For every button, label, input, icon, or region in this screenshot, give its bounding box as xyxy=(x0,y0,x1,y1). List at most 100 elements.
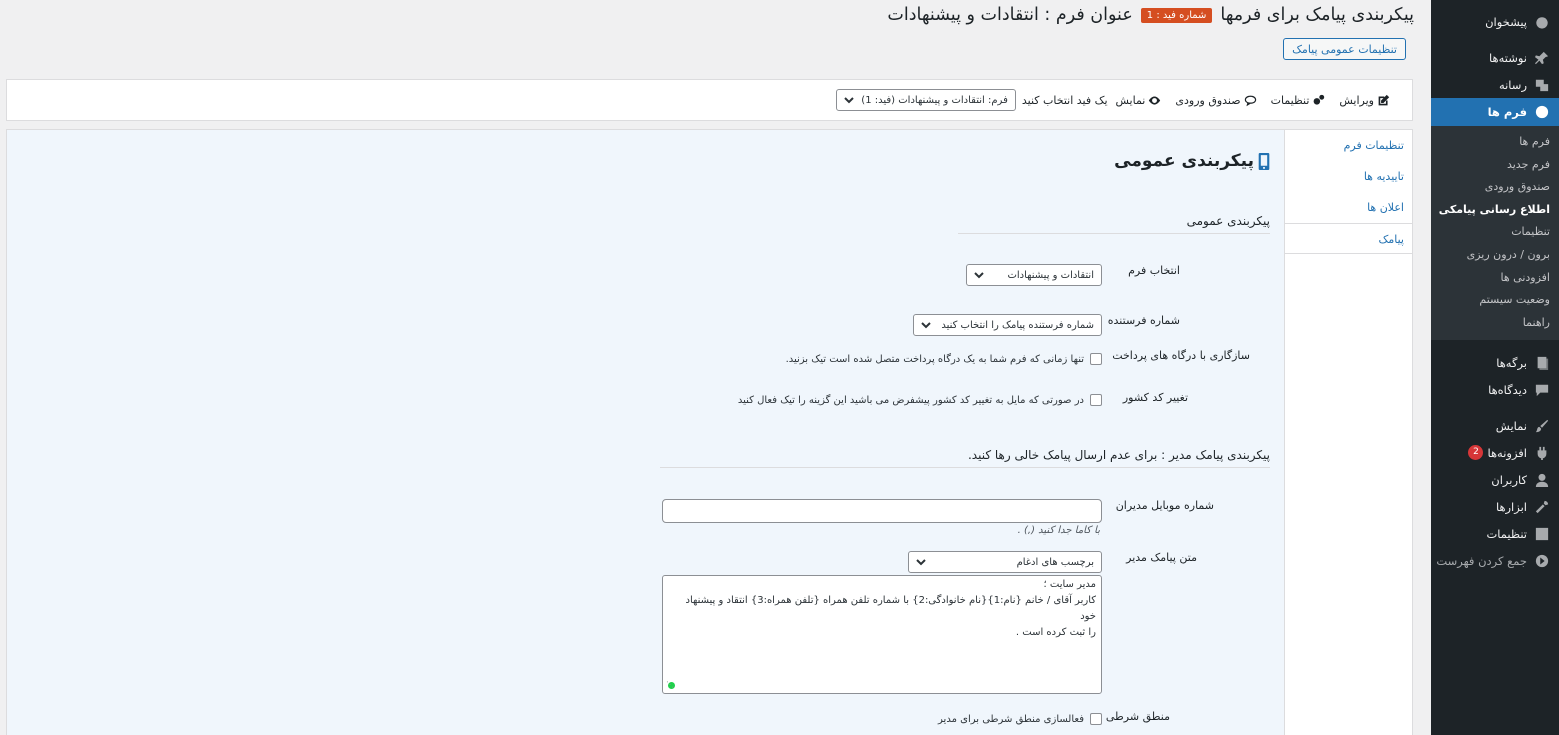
media-icon xyxy=(1533,76,1550,93)
sidebar-item-label: پیشخوان xyxy=(1485,14,1527,29)
feed-select-value: فرم: انتقادات و پیشنهادات (فید: 1) xyxy=(861,94,1008,106)
content-title-text: پیکربندی عمومی xyxy=(1114,151,1254,171)
tab-confirmations[interactable]: تاییدیه ها xyxy=(1285,161,1412,192)
admin-message-textarea[interactable]: مدیر سایت ؛ کاربر آقای / خانم {نام:1}{نا… xyxy=(662,575,1102,694)
sidebar-item-label: نمایش xyxy=(1495,418,1527,433)
settings-nav: تنظیمات فرم تاییدیه ها اعلان ها پیامک xyxy=(1284,130,1412,735)
admin-message-label: متن پیامک مدیر xyxy=(1126,551,1197,564)
collapse-icon xyxy=(1533,552,1550,569)
sidebar-item-label: رسانه xyxy=(1498,77,1527,92)
general-sms-settings-button[interactable]: تنظیمات عمومی پیامک xyxy=(1283,38,1406,60)
sidebar-item-label: افزونه‌ها xyxy=(1487,445,1527,460)
admin-section-heading: پیکربندی پیامک مدیر : برای عدم ارسال پیا… xyxy=(967,448,1270,462)
main-panel: تنظیمات فرم تاییدیه ها اعلان ها پیامک پی… xyxy=(6,129,1413,735)
sidebar-item-label: جمع کردن فهرست xyxy=(1436,553,1527,568)
conditional-logic-text: فعالسازی منطق شرطی برای مدیر xyxy=(938,713,1084,725)
sidebar-item-users[interactable]: کاربران xyxy=(1431,466,1559,493)
resize-handle-icon[interactable]: ⋰ xyxy=(666,677,674,693)
eye-icon xyxy=(1149,95,1161,105)
users-icon xyxy=(1533,471,1550,488)
tab-form-settings[interactable]: تنظیمات فرم xyxy=(1285,130,1412,161)
pages-icon xyxy=(1533,354,1550,371)
submenu-item-help[interactable]: راهنما xyxy=(1431,312,1559,335)
conditional-logic-label: منطق شرطی xyxy=(1105,710,1170,723)
plugins-update-badge: 2 xyxy=(1468,445,1484,461)
toolbar-preview-label: نمایش xyxy=(1115,93,1146,107)
chevron-down-icon xyxy=(974,270,984,280)
sidebar-collapse-menu[interactable]: جمع کردن فهرست xyxy=(1431,547,1559,574)
select-feed-label: یک فید انتخاب کنید xyxy=(1021,93,1108,107)
payment-gateway-checkbox[interactable] xyxy=(1090,353,1102,365)
select-form-value: انتقادات و پیشنهادات xyxy=(1007,269,1094,281)
sidebar-item-plugins[interactable]: افزونه‌ها 2 xyxy=(1431,439,1559,466)
feed-selector: یک فید انتخاب کنید فرم: انتقادات و پیشنه… xyxy=(835,89,1108,111)
sidebar-item-media[interactable]: رسانه xyxy=(1431,71,1559,98)
content-title: پیکربندی عمومی xyxy=(1114,151,1270,171)
mobile-icon xyxy=(1258,152,1270,170)
country-code-checkbox[interactable] xyxy=(1090,394,1102,406)
sidebar-item-label: برگه‌ها xyxy=(1496,355,1527,370)
chevron-down-icon xyxy=(921,320,931,330)
submenu-item-inbox[interactable]: صندوق ورودی xyxy=(1431,176,1559,199)
gears-icon xyxy=(1314,94,1325,105)
settings-icon xyxy=(1533,525,1550,542)
page-title: پیکربندی پیامک برای فرمها xyxy=(1220,5,1414,25)
sidebar-item-dashboard[interactable]: پیشخوان xyxy=(1431,8,1559,35)
admin-mobile-input[interactable] xyxy=(662,499,1102,523)
toolbar-edit-label: ویرایش xyxy=(1339,93,1374,107)
payment-gateway-row: تنها زمانی که فرم شما به یک درگاه پرداخت… xyxy=(786,353,1102,365)
toolbar-settings-label: تنظیمات xyxy=(1270,93,1310,107)
payment-gateway-text: تنها زمانی که فرم شما به یک درگاه پرداخت… xyxy=(785,353,1084,365)
submenu-item-sms-notification[interactable]: اطلاع رسانی پیامکی xyxy=(1431,199,1559,222)
conditional-logic-checkbox[interactable] xyxy=(1090,713,1102,725)
feed-select[interactable]: فرم: انتقادات و پیشنهادات (فید: 1) xyxy=(835,89,1016,111)
tab-sms[interactable]: پیامک xyxy=(1284,223,1412,254)
chevron-down-icon xyxy=(844,95,854,105)
toolbar-edit[interactable]: ویرایش xyxy=(1339,94,1390,107)
comment-icon xyxy=(1244,95,1256,106)
appearance-icon xyxy=(1533,417,1550,434)
form-toolbar: ویرایش تنظیمات صندوق ورودی نمایش یک فید … xyxy=(6,79,1413,121)
sidebar-item-settings[interactable]: تنظیمات xyxy=(1431,520,1559,547)
select-form-label: انتخاب فرم xyxy=(1128,264,1180,277)
plugins-icon xyxy=(1533,444,1550,461)
country-code-text: در صورتی که مایل به تغییر کد کشور پیشفرض… xyxy=(737,394,1084,406)
sidebar-item-comments[interactable]: دیدگاه‌ها xyxy=(1431,376,1559,403)
textarea-line: مدیر سایت ؛ xyxy=(1043,579,1096,590)
toolbar-inbox-label: صندوق ورودی xyxy=(1175,93,1241,107)
sms-settings-content: پیکربندی عمومی پیکربندی عمومی انتخاب فرم… xyxy=(7,130,1285,735)
submenu-item-new-form[interactable]: فرم جدید xyxy=(1431,154,1559,177)
submenu-item-import-export[interactable]: برون / درون ریزی xyxy=(1431,244,1559,267)
forms-icon xyxy=(1533,104,1550,121)
sidebar-item-appearance[interactable]: نمایش xyxy=(1431,412,1559,439)
submenu-item-addons[interactable]: افزودنی ها xyxy=(1431,267,1559,290)
sender-number-dropdown[interactable]: شماره فرستنده پیامک را انتخاب کنید xyxy=(913,314,1102,336)
admin-mobile-label: شماره موبایل مدیران xyxy=(1115,499,1214,512)
submenu-item-settings[interactable]: تنظیمات xyxy=(1431,221,1559,244)
form-title: عنوان فرم : انتقادات و پیشنهادات xyxy=(887,5,1133,25)
edit-icon xyxy=(1378,94,1390,105)
feed-number-badge: شماره فید : 1 xyxy=(1140,7,1213,23)
submenu-item-forms[interactable]: فرم ها xyxy=(1431,131,1559,154)
page-header: پیکربندی پیامک برای فرمها شماره فید : 1 … xyxy=(887,5,1414,25)
conditional-logic-row: فعالسازی منطق شرطی برای مدیر xyxy=(938,713,1102,725)
tab-notifications[interactable]: اعلان ها xyxy=(1285,192,1412,223)
select-form-dropdown[interactable]: انتقادات و پیشنهادات xyxy=(966,264,1102,286)
sender-number-value: شماره فرستنده پیامک را انتخاب کنید xyxy=(941,319,1094,331)
dashboard-icon xyxy=(1533,13,1550,30)
toolbar-inbox[interactable]: صندوق ورودی xyxy=(1175,94,1256,107)
tools-icon xyxy=(1533,498,1550,515)
chevron-down-icon xyxy=(916,557,926,567)
submenu-item-system-status[interactable]: وضعیت سیستم xyxy=(1431,289,1559,312)
sidebar-item-label: دیدگاه‌ها xyxy=(1488,382,1527,397)
sidebar-item-tools[interactable]: ابزارها xyxy=(1431,493,1559,520)
admin-mobile-hint: با کاما جدا کنید (,) . xyxy=(1017,525,1100,536)
pin-icon xyxy=(1533,49,1550,66)
sidebar-item-forms[interactable]: فرم ها xyxy=(1423,98,1559,126)
section-divider xyxy=(660,467,1270,468)
toolbar-settings[interactable]: تنظیمات xyxy=(1271,94,1326,107)
merge-tags-dropdown[interactable]: برچسب های ادغام xyxy=(908,551,1102,573)
sidebar-item-posts[interactable]: نوشته‌ها xyxy=(1431,44,1559,71)
toolbar-preview[interactable]: نمایش xyxy=(1116,94,1162,107)
sidebar-item-pages[interactable]: برگه‌ها xyxy=(1431,349,1559,376)
